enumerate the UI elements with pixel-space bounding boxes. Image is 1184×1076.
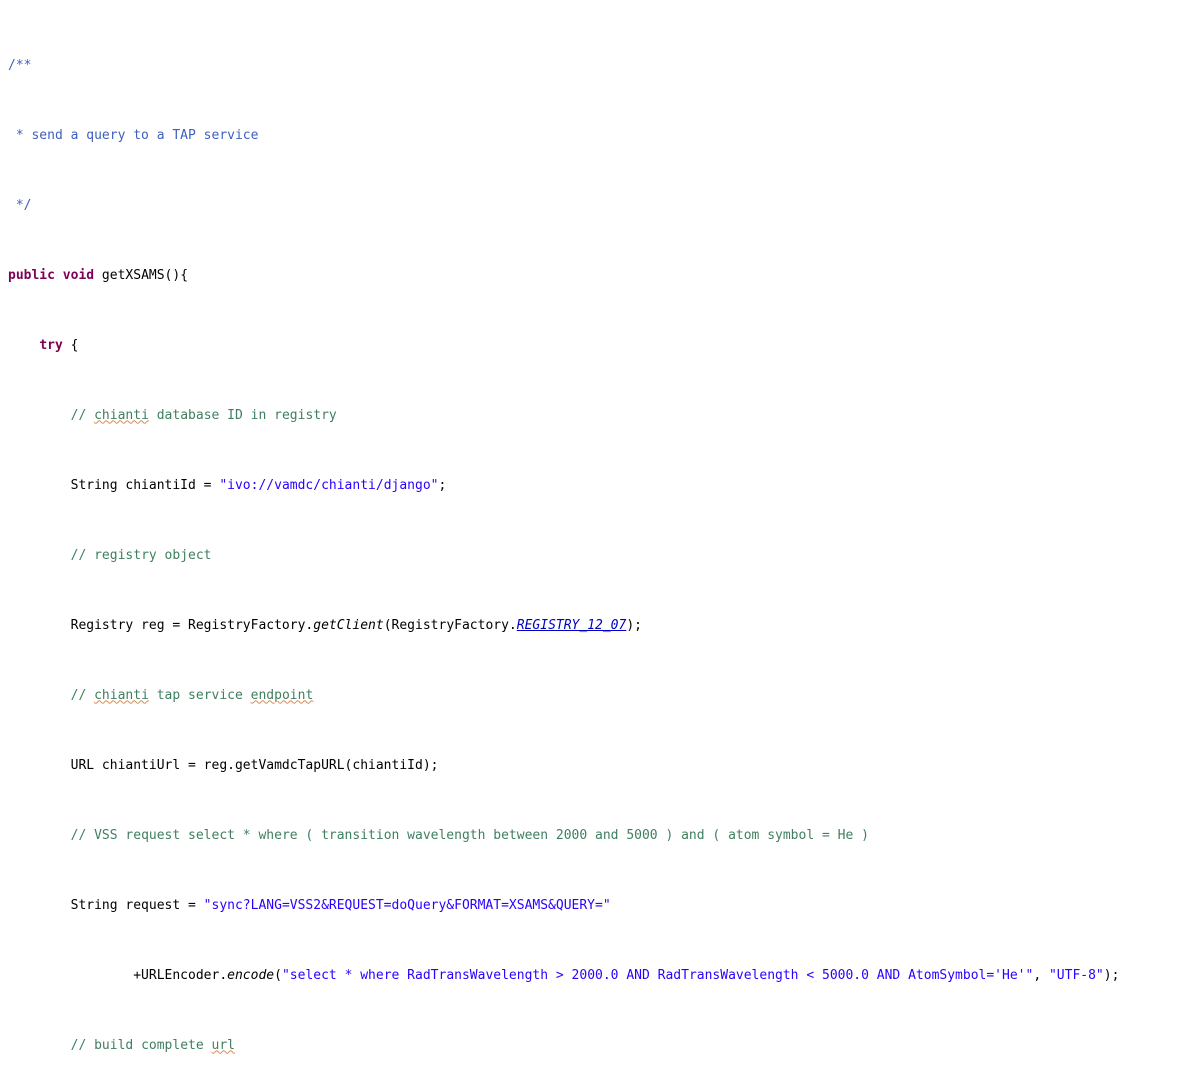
static-field-registry-12-07: REGISTRY_12_07 <box>516 617 627 633</box>
code-editor-content[interactable]: /** * send a query to a TAP service */ p… <box>0 0 1184 1076</box>
string-literal: "sync?LANG=VSS2&REQUEST=doQuery&FORMAT=X… <box>203 897 611 913</box>
spellcheck-word: endpoint <box>250 687 314 703</box>
code-line[interactable]: public void getXSAMS(){ <box>8 267 1184 285</box>
string-literal: "ivo://vamdc/chianti/django" <box>219 477 439 493</box>
line-comment: // chianti database ID in registry <box>70 407 337 423</box>
code-line[interactable]: // chianti database ID in registry <box>8 407 1184 425</box>
code-line[interactable]: String chiantiId = "ivo://vamdc/chianti/… <box>8 477 1184 495</box>
code-line[interactable]: // build complete url <box>8 1037 1184 1055</box>
code-line[interactable]: /** <box>8 57 1184 75</box>
keyword-public: public <box>8 267 55 283</box>
code-line[interactable]: URL chiantiUrl = reg.getVamdcTapURL(chia… <box>8 757 1184 775</box>
code-line[interactable]: // registry object <box>8 547 1184 565</box>
string-literal: "UTF-8" <box>1048 967 1104 983</box>
code-line[interactable]: String request = "sync?LANG=VSS2&REQUEST… <box>8 897 1184 915</box>
spellcheck-word: chianti <box>94 407 149 423</box>
code-line[interactable]: // VSS request select * where ( transiti… <box>8 827 1184 845</box>
keyword-void: void <box>62 267 95 283</box>
line-comment: // chianti tap service endpoint <box>70 687 314 703</box>
string-literal: "select * where RadTransWavelength > 200… <box>281 967 1034 983</box>
javadoc-comment: * send a query to a TAP service <box>8 127 259 143</box>
code-line[interactable]: // chianti tap service endpoint <box>8 687 1184 705</box>
static-method-getclient: getClient <box>313 617 384 633</box>
method-name-getxsams: getXSAMS(){ <box>94 267 189 283</box>
code-line[interactable]: * send a query to a TAP service <box>8 127 1184 145</box>
line-comment: // registry object <box>70 547 212 563</box>
code-line[interactable]: +URLEncoder.encode("select * where RadTr… <box>8 967 1184 985</box>
spellcheck-word: chianti <box>94 687 149 703</box>
spellcheck-word: url <box>211 1037 235 1053</box>
static-method-encode: encode <box>227 967 275 983</box>
keyword-try: try <box>39 337 63 353</box>
code-line[interactable]: */ <box>8 197 1184 215</box>
line-comment: // build complete url <box>70 1037 235 1053</box>
javadoc-comment: /** <box>8 57 32 73</box>
line-comment: // VSS request select * where ( transiti… <box>70 827 869 843</box>
code-line[interactable]: try { <box>8 337 1184 355</box>
code-line[interactable]: Registry reg = RegistryFactory.getClient… <box>8 617 1184 635</box>
javadoc-comment: */ <box>8 197 32 213</box>
